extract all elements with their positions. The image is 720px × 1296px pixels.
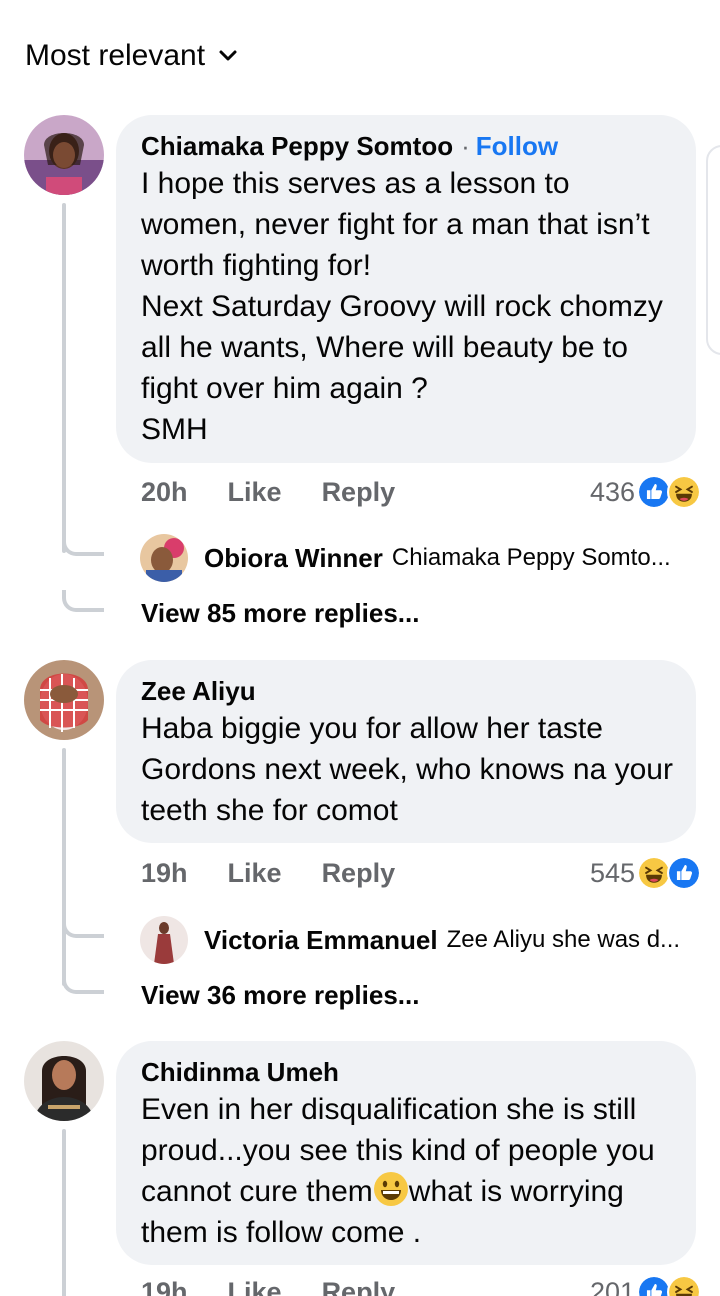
reply-author: Obiora Winner [204, 542, 383, 573]
haha-icon [667, 475, 701, 509]
reply-preview[interactable]: Victoria Emmanuel Zee Aliyu she was d... [140, 916, 680, 964]
thread-line [62, 203, 66, 553]
thread-branch [62, 916, 104, 938]
reactions-summary[interactable]: 436 [590, 475, 701, 509]
sort-label: Most relevant [25, 39, 206, 72]
like-button[interactable]: Like [228, 477, 282, 508]
comment-author-row: Zee Aliyu [141, 674, 674, 708]
follow-button[interactable]: Follow [476, 131, 558, 161]
reply-author: Victoria Emmanuel [204, 924, 438, 955]
thread-branch [62, 590, 104, 612]
comment-author-row: Chiamaka Peppy Somtoo · Follow [141, 129, 674, 163]
view-more-replies[interactable]: View 85 more replies... [141, 598, 419, 629]
reply-snippet: Zee Aliyu she was d... [446, 926, 681, 953]
comment-author[interactable]: Chiamaka Peppy Somtoo [141, 131, 453, 161]
avatar-image [140, 916, 188, 964]
comment-time[interactable]: 19h [141, 858, 188, 889]
reply-button[interactable]: Reply [322, 858, 396, 889]
comment-author[interactable]: Zee Aliyu [141, 676, 256, 706]
avatar-image [24, 115, 104, 195]
comment-bubble: Chidinma Umeh Even in her disqualificati… [116, 1041, 696, 1265]
like-icon [637, 1275, 671, 1296]
smile-emoji-icon [373, 1172, 408, 1206]
thread-line [62, 1129, 66, 1296]
reply-button[interactable]: Reply [322, 477, 396, 508]
reply-button[interactable]: Reply [322, 1277, 396, 1296]
side-panel-edge [706, 145, 720, 355]
reaction-count: 201 [589, 1276, 635, 1296]
avatar-image [24, 660, 104, 740]
comment-time[interactable]: 19h [141, 1277, 188, 1296]
separator-dot: · [461, 131, 470, 161]
thread-line [62, 748, 66, 986]
avatar[interactable] [24, 660, 104, 740]
reactions-summary[interactable]: 545 [590, 856, 701, 890]
avatar-image [24, 1041, 104, 1121]
comment-text: Even in her disqualification she is stil… [141, 1089, 674, 1253]
comment-time[interactable]: 20h [141, 477, 188, 508]
thread-branch [62, 972, 104, 994]
comment-actions: 19h Like Reply 545 [141, 853, 701, 893]
reaction-count: 545 [589, 857, 635, 888]
reaction-count: 436 [589, 476, 635, 507]
like-icon [637, 475, 671, 509]
haha-icon [667, 1275, 701, 1296]
reply-snippet: Chiamaka Peppy Somto... [391, 544, 671, 571]
comment-bubble: Chiamaka Peppy Somtoo · Follow I hope this… [116, 115, 696, 463]
comment-author[interactable]: Chidinma Umeh [141, 1057, 339, 1087]
like-button[interactable]: Like [228, 858, 282, 889]
thread-branch [62, 534, 104, 556]
avatar[interactable] [24, 115, 104, 195]
avatar[interactable] [24, 1041, 104, 1121]
comment-text: I hope this serves as a lesson to women,… [141, 167, 663, 446]
avatar-image [140, 534, 188, 582]
comment-text: Haba biggie you for allow her taste Gord… [141, 712, 673, 827]
reply-preview[interactable]: Obiora Winner Chiamaka Peppy Somto... [140, 534, 671, 582]
comment-author-row: Chidinma Umeh [141, 1055, 674, 1089]
avatar [140, 534, 188, 582]
like-icon [667, 856, 701, 890]
view-more-replies[interactable]: View 36 more replies... [141, 980, 419, 1011]
comment-actions: 20h Like Reply 436 [141, 472, 701, 512]
comment-actions: 19h Like Reply 201 [141, 1272, 701, 1296]
sort-dropdown[interactable]: Most relevant [25, 36, 239, 76]
chevron-down-icon [219, 50, 237, 61]
like-button[interactable]: Like [228, 1277, 282, 1296]
comment-bubble: Zee Aliyu Haba biggie you for allow her … [116, 660, 696, 843]
haha-icon [637, 856, 671, 890]
avatar [140, 916, 188, 964]
reactions-summary[interactable]: 201 [590, 1275, 701, 1296]
